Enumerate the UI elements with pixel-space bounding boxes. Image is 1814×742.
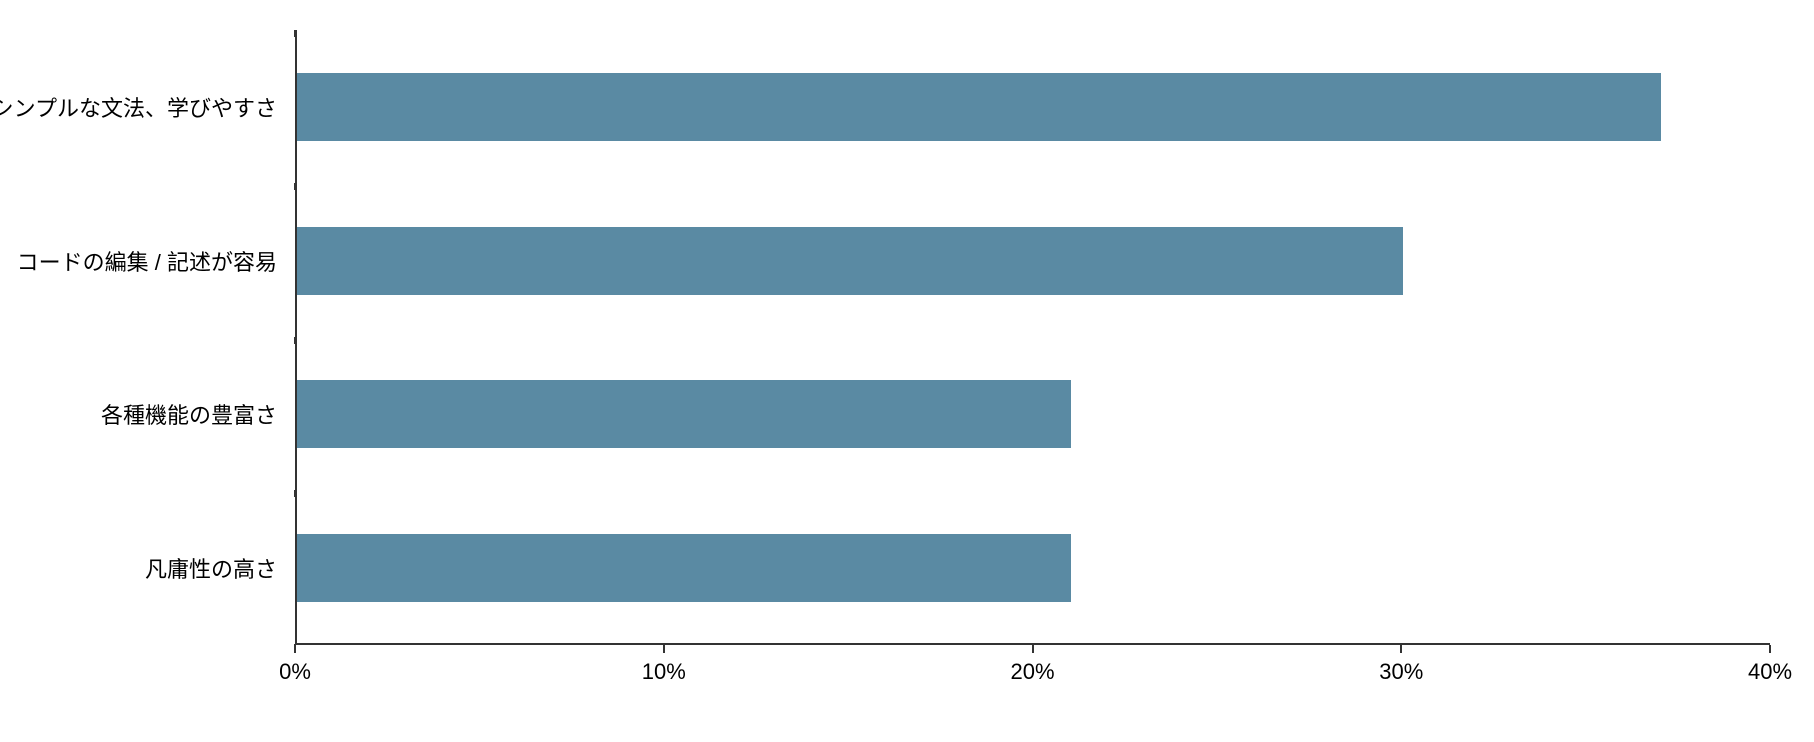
bar	[297, 534, 1071, 602]
category-label: 各種機能の豊富さ	[101, 398, 295, 430]
y-tick	[294, 644, 296, 651]
y-tick	[294, 490, 296, 497]
category-label: シンプルな文法、学びやすさ	[0, 91, 295, 123]
x-tick-label: 0%	[279, 659, 311, 685]
x-tick	[1769, 645, 1771, 653]
y-tick	[294, 183, 296, 190]
category-label: 凡庸性の高さ	[145, 552, 295, 584]
x-tick	[663, 645, 665, 653]
x-tick	[1400, 645, 1402, 653]
x-tick-label: 30%	[1379, 659, 1423, 685]
category-label: コードの編集 / 記述が容易	[17, 245, 295, 277]
y-tick	[294, 30, 296, 37]
chart-container: 0% 10% 20% 30% 40% シンプルな文法、学びやすさコードの編集 / 記述が容…	[0, 0, 1814, 742]
bar	[297, 380, 1071, 448]
plot-area: 0%10%20%30%40%シンプルな文法、学びやすさコードの編集 / 記述が容…	[295, 30, 1770, 645]
x-tick-label: 10%	[642, 659, 686, 685]
y-tick	[294, 337, 296, 344]
bar	[297, 227, 1403, 295]
x-tick	[1032, 645, 1034, 653]
bar	[297, 73, 1661, 141]
x-tick-label: 20%	[1010, 659, 1054, 685]
x-tick-label: 40%	[1748, 659, 1792, 685]
